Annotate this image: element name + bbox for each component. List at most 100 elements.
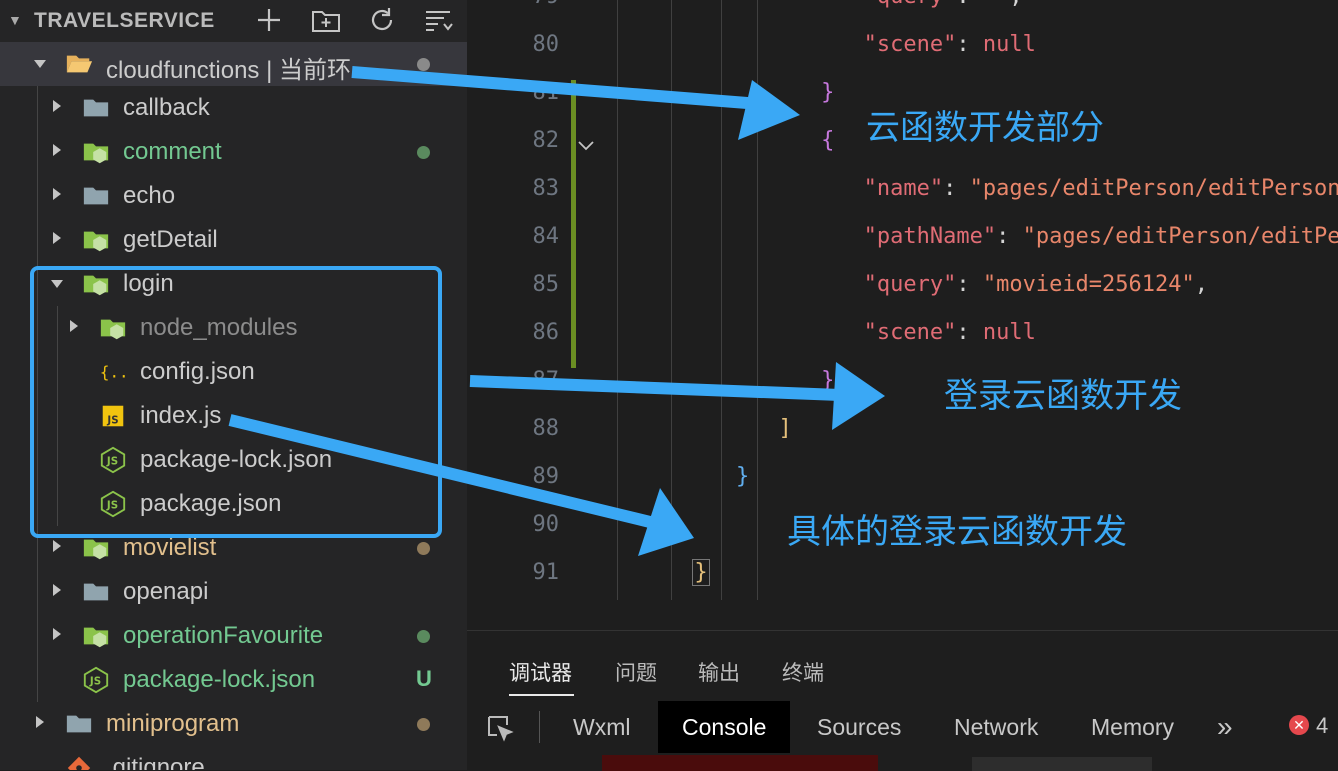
- explorer-title: TRAVELSERVICE: [34, 9, 215, 32]
- collapse-section-icon[interactable]: ▼: [8, 12, 22, 28]
- code-token: }: [821, 368, 835, 393]
- code-token: ,: [1194, 272, 1209, 297]
- tree-item-label: echo: [123, 182, 176, 209]
- devtools-tab[interactable]: Sources: [817, 701, 901, 753]
- cloud-folder-icon: [83, 143, 109, 164]
- folder-icon: [66, 715, 92, 733]
- git-status-dot: [417, 146, 430, 159]
- console-filter-input[interactable]: [972, 757, 1152, 771]
- code-line: ]: [779, 416, 792, 441]
- chevron-right-icon[interactable]: [53, 540, 61, 552]
- panel-tab[interactable]: 调试器: [509, 657, 572, 687]
- console-error-strip: [602, 755, 878, 771]
- code-token: :: [956, 32, 983, 57]
- git-status-dot: [417, 542, 430, 555]
- code-line: }: [692, 559, 710, 586]
- code-token: "query": [863, 272, 957, 297]
- new-file-icon[interactable]: [253, 4, 285, 36]
- line-number: 86: [532, 320, 560, 345]
- error-count[interactable]: 4: [1316, 713, 1328, 739]
- line-number: 88: [532, 416, 560, 441]
- tree-item[interactable]: miniprogram: [0, 702, 467, 746]
- line-number: 81: [532, 80, 560, 105]
- tree-item[interactable]: operationFavourite: [0, 614, 467, 658]
- code-token: null: [982, 320, 1036, 345]
- code-token: "pathName": [863, 224, 997, 249]
- devtools-tab[interactable]: Network: [954, 701, 1038, 753]
- editor-indent-guide: [757, 0, 758, 600]
- git-status-badge: U: [416, 666, 432, 691]
- modified-lines-gutter: [571, 80, 576, 368]
- chevron-down-icon[interactable]: [34, 60, 46, 68]
- login-highlight-box: [30, 266, 442, 538]
- chevron-right-icon[interactable]: [53, 584, 61, 596]
- tree-item-label: .gitignore: [106, 754, 205, 770]
- chevron-right-icon[interactable]: [53, 100, 61, 112]
- tree-item-label: miniprogram: [106, 710, 240, 737]
- chevron-right-icon[interactable]: [53, 232, 61, 244]
- tree-item[interactable]: JS package-lock.json U: [0, 658, 467, 702]
- code-token: "name": [863, 176, 944, 201]
- collapse-all-icon[interactable]: [422, 4, 454, 36]
- tree-item[interactable]: echo: [0, 174, 467, 218]
- code-token: "": [983, 0, 1010, 9]
- code-line: }: [821, 80, 834, 105]
- panel-tab[interactable]: 问题: [615, 657, 657, 687]
- code-line: "scene": null: [864, 32, 1036, 57]
- fold-chevron-icon[interactable]: [575, 134, 597, 156]
- tree-item[interactable]: openapi: [0, 570, 467, 614]
- devtools-tab[interactable]: Wxml: [573, 701, 630, 753]
- tree-item-label: openapi: [123, 578, 209, 605]
- chevron-right-icon[interactable]: [53, 144, 61, 156]
- line-number: 87: [532, 368, 560, 393]
- code-line: "query": "movieid=256124",: [864, 272, 1208, 297]
- folder-open-icon: [66, 55, 93, 73]
- chevron-right-icon[interactable]: [36, 716, 44, 728]
- more-tabs-button[interactable]: »: [1217, 701, 1233, 753]
- tree-item[interactable]: .gitignore: [0, 746, 467, 770]
- tree-item-label: callback: [123, 94, 210, 121]
- svg-text:JS: JS: [89, 676, 101, 688]
- editor-indent-guide: [721, 0, 722, 600]
- code-line: "pathName": "pages/editPerson/editPerson…: [864, 224, 1338, 249]
- line-number: 90: [532, 512, 560, 537]
- line-number: 85: [532, 272, 560, 297]
- tree-item-label: movielist: [123, 534, 217, 561]
- inspect-element-icon[interactable]: [485, 713, 515, 743]
- annotation-cloud-dev: 云函数开发部分: [866, 108, 1104, 148]
- line-number: 89: [532, 464, 560, 489]
- code-line: "scene": null: [864, 320, 1036, 345]
- refresh-icon[interactable]: [366, 4, 398, 36]
- code-token: :: [996, 224, 1023, 249]
- line-number: 80: [532, 32, 560, 57]
- new-folder-icon[interactable]: [310, 4, 342, 36]
- git-file-icon: [67, 756, 91, 770]
- line-number: 91: [532, 560, 560, 585]
- devtools-tab[interactable]: Memory: [1091, 701, 1174, 753]
- chevron-right-icon[interactable]: [53, 628, 61, 640]
- code-token: }: [735, 464, 750, 489]
- code-token: :: [956, 0, 983, 9]
- error-icon[interactable]: ✕: [1289, 715, 1309, 735]
- git-status-dot: [417, 58, 430, 71]
- tree-item[interactable]: callback: [0, 86, 467, 130]
- tree-item[interactable]: getDetail: [0, 218, 467, 262]
- tree-item[interactable]: cloudfunctions | 当前环: [0, 42, 467, 86]
- tree-item-label: package-lock.json: [123, 666, 316, 693]
- code-token: :: [943, 176, 970, 201]
- panel-tab[interactable]: 终端: [782, 657, 824, 687]
- tree-item-label: operationFavourite: [123, 622, 324, 649]
- panel-tab[interactable]: 输出: [698, 657, 740, 687]
- line-number: 83: [532, 176, 560, 201]
- code-line: }: [736, 464, 749, 489]
- devtools-tab[interactable]: Console: [658, 701, 791, 753]
- code-token: ]: [778, 416, 792, 441]
- code-line: "query": "",: [864, 0, 1023, 9]
- bottom-panel: 调试器 问题 输出 终端 Wxml Console Sources Network Memor…: [467, 630, 1338, 771]
- code-token: :: [956, 320, 983, 345]
- editor-indent-guide: [671, 0, 672, 600]
- chevron-right-icon[interactable]: [53, 188, 61, 200]
- toolbar-divider: [539, 711, 540, 743]
- nodejs-file-icon: JS: [83, 666, 109, 694]
- tree-item[interactable]: comment: [0, 130, 467, 174]
